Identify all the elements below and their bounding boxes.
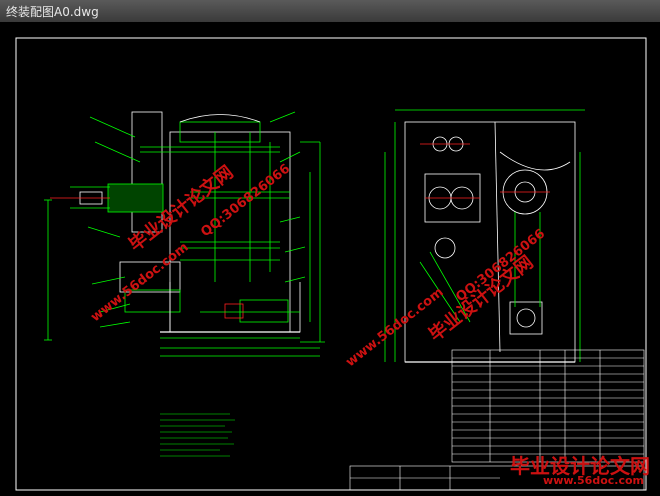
- logo-url-text: www.56doc.com: [543, 474, 644, 487]
- drawing-svg: 毕业设计论文网 www.56doc.com QQ:306826066 毕业设计论…: [15, 37, 647, 491]
- title-bar[interactable]: 终装配图A0.dwg: [0, 0, 660, 23]
- cad-window: 终装配图A0.dwg 毕业设计论文网 www.56doc.com QQ:3068…: [0, 0, 660, 496]
- right-view: [384, 109, 585, 363]
- window-title: 终装配图A0.dwg: [6, 5, 99, 19]
- drawing-canvas[interactable]: 毕业设计论文网 www.56doc.com QQ:306826066 毕业设计论…: [0, 22, 660, 496]
- site-logo: 毕业设计论文网 www.56doc.com: [494, 450, 654, 490]
- technical-notes: [160, 413, 235, 457]
- left-view: [44, 111, 325, 357]
